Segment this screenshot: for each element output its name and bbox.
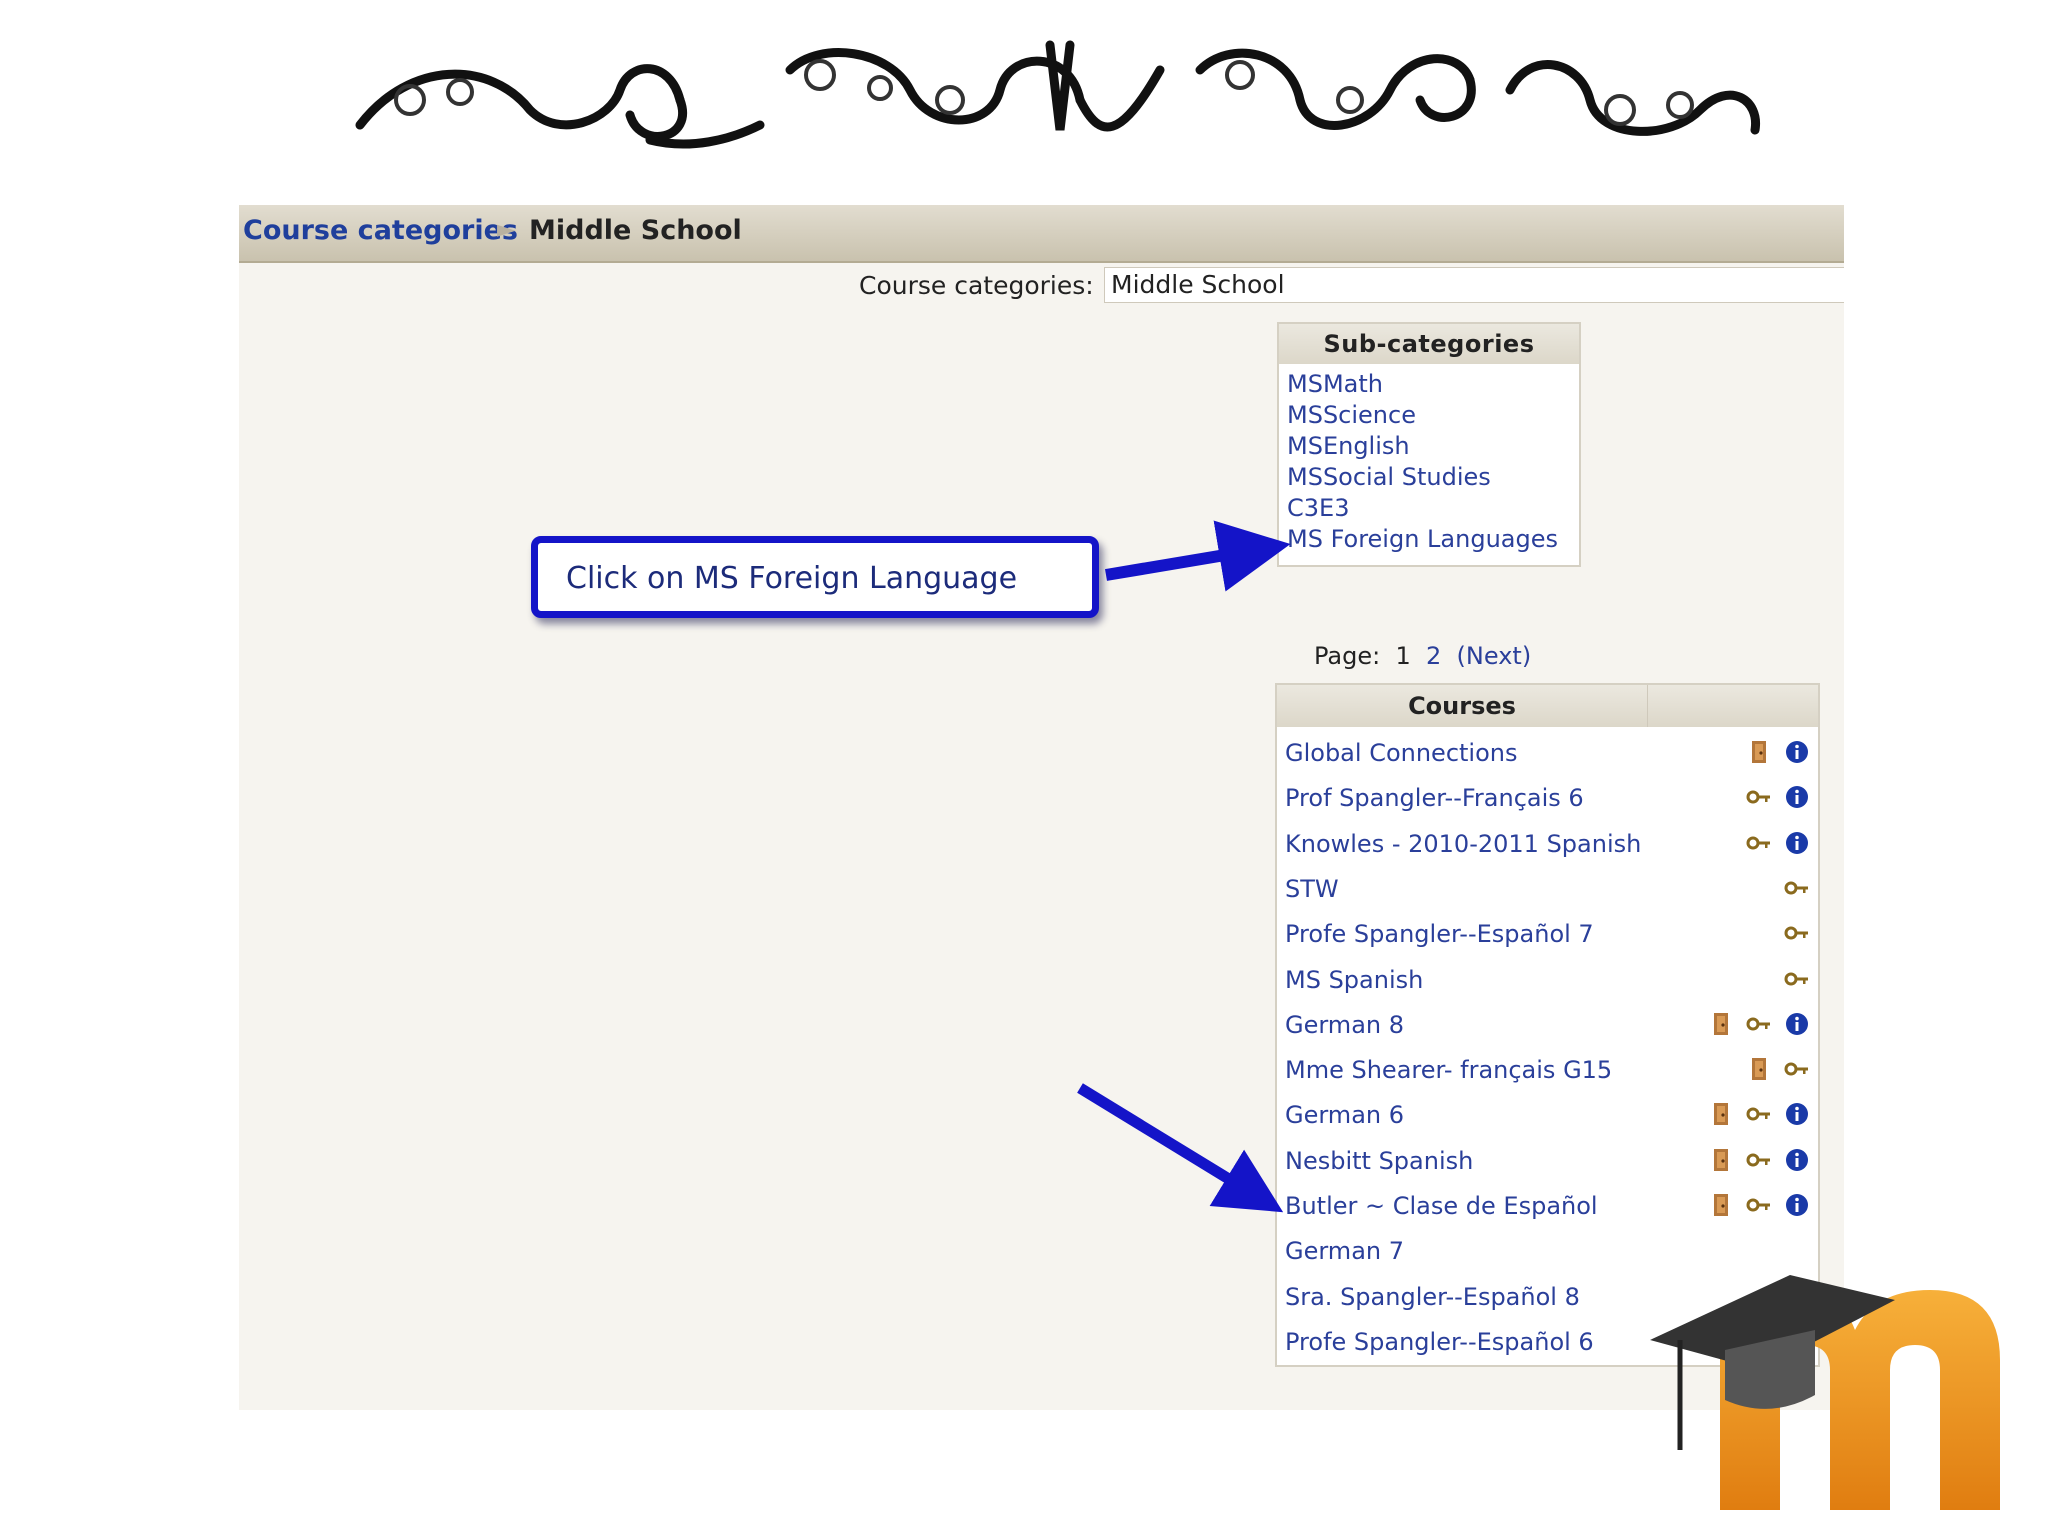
paging-page-2-link[interactable]: 2 <box>1426 642 1441 670</box>
course-row: MS Spanish <box>1285 958 1810 1003</box>
course-row: Prof Spangler--Français 6 <box>1285 776 1810 821</box>
moodle-logo <box>1650 1275 2000 1510</box>
course-row: German 8 <box>1285 1003 1810 1048</box>
key-icon[interactable] <box>1784 1056 1810 1082</box>
course-link[interactable]: Profe Spangler--Español 6 <box>1285 1328 1594 1356</box>
course-link[interactable]: German 7 <box>1285 1237 1404 1265</box>
key-icon[interactable] <box>1784 966 1810 992</box>
info-icon[interactable] <box>1784 739 1810 765</box>
paging-label: Page: <box>1314 642 1381 670</box>
guest-icon[interactable] <box>1708 1147 1734 1173</box>
paging-bar: Page: 1 2 (Next) <box>1314 642 1531 670</box>
course-link[interactable]: Nesbitt Spanish <box>1285 1147 1473 1175</box>
course-link[interactable]: Prof Spangler--Français 6 <box>1285 784 1584 812</box>
courses-header: Courses <box>1277 685 1818 727</box>
course-row: Knowles - 2010-2011 Spanish <box>1285 822 1810 867</box>
course-link[interactable]: Global Connections <box>1285 739 1518 767</box>
moodle-screenshot: Course categories ► Middle School Course… <box>239 205 1844 1410</box>
subcategory-link-ms-foreign-languages[interactable]: MS Foreign Languages <box>1287 525 1558 553</box>
course-row: STW <box>1285 867 1810 912</box>
paging-next-link[interactable]: (Next) <box>1457 642 1532 670</box>
guest-icon[interactable] <box>1746 1056 1772 1082</box>
key-icon[interactable] <box>1746 830 1772 856</box>
instruction-callout: Click on MS Foreign Language <box>531 536 1099 618</box>
key-icon[interactable] <box>1746 1011 1772 1037</box>
guest-icon[interactable] <box>1746 739 1772 765</box>
course-row: Nesbitt Spanish <box>1285 1139 1810 1184</box>
category-jump-label: Course categories: <box>859 271 1094 300</box>
course-link[interactable]: German 6 <box>1285 1101 1404 1129</box>
info-icon[interactable] <box>1784 1011 1810 1037</box>
course-link[interactable]: Sra. Spangler--Español 8 <box>1285 1283 1580 1311</box>
navigation-bar: Course categories ► Middle School <box>239 205 1844 263</box>
category-jump-select[interactable]: Middle School <box>1104 267 1844 303</box>
course-link[interactable]: MS Spanish <box>1285 966 1423 994</box>
course-link[interactable]: Butler ~ Clase de Español <box>1285 1192 1598 1220</box>
courses-header-title: Courses <box>1277 685 1648 727</box>
info-icon[interactable] <box>1784 1147 1810 1173</box>
guest-icon[interactable] <box>1708 1101 1734 1127</box>
course-row: German 6 <box>1285 1093 1810 1138</box>
key-icon[interactable] <box>1746 1147 1772 1173</box>
subcategory-link[interactable]: C3E3 <box>1287 494 1349 522</box>
key-icon[interactable] <box>1784 875 1810 901</box>
info-icon[interactable] <box>1784 1101 1810 1127</box>
breadcrumb-separator: ► <box>497 215 516 243</box>
course-link[interactable]: STW <box>1285 875 1339 903</box>
breadcrumb-course-categories-link[interactable]: Course categories <box>243 215 518 246</box>
instruction-callout-text: Click on MS Foreign Language <box>566 561 1018 596</box>
course-row: Global Connections <box>1285 731 1810 776</box>
breadcrumb-current: Middle School <box>529 215 742 246</box>
key-icon[interactable] <box>1746 784 1772 810</box>
course-link[interactable]: German 8 <box>1285 1011 1404 1039</box>
info-icon[interactable] <box>1784 830 1810 856</box>
course-row: Profe Spangler--Español 7 <box>1285 912 1810 957</box>
paging-current: 1 <box>1395 642 1411 670</box>
course-link[interactable]: Profe Spangler--Español 7 <box>1285 920 1594 948</box>
course-row: Mme Shearer- français G15 <box>1285 1048 1810 1093</box>
course-link[interactable]: Mme Shearer- français G15 <box>1285 1056 1612 1084</box>
info-icon[interactable] <box>1784 784 1810 810</box>
key-icon[interactable] <box>1784 920 1810 946</box>
course-link[interactable]: Knowles - 2010-2011 Spanish <box>1285 830 1641 858</box>
subcategories-box: Sub-categories MSMath MSScience MSEnglis… <box>1277 322 1581 567</box>
decorative-flourish <box>355 40 1761 149</box>
subcategory-link[interactable]: MSMath <box>1287 370 1383 398</box>
guest-icon[interactable] <box>1708 1011 1734 1037</box>
key-icon[interactable] <box>1746 1101 1772 1127</box>
subcategory-link[interactable]: MSScience <box>1287 401 1416 429</box>
subcategories-header: Sub-categories <box>1279 324 1579 364</box>
subcategory-link[interactable]: MSEnglish <box>1287 432 1410 460</box>
subcategory-link[interactable]: MSSocial Studies <box>1287 463 1491 491</box>
